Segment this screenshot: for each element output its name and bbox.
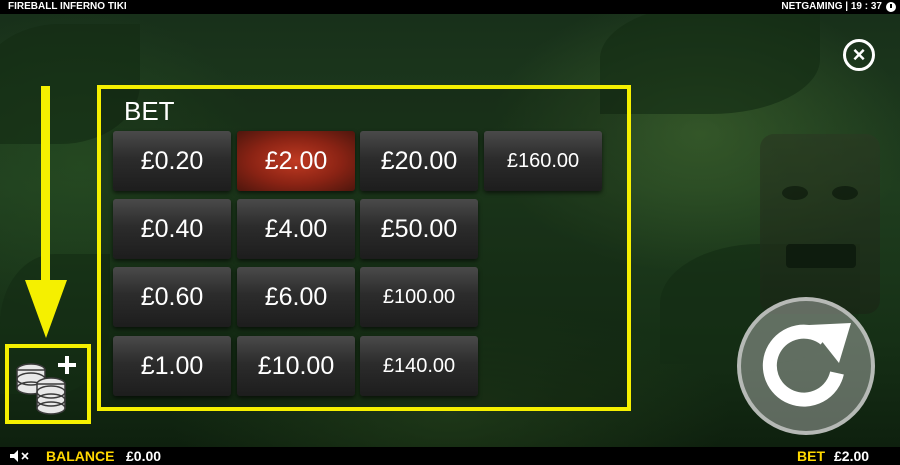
- bet-option-button[interactable]: £1.00: [113, 336, 231, 396]
- bet-option-button[interactable]: £10.00: [237, 336, 355, 396]
- bet-option-button[interactable]: £20.00: [360, 131, 478, 191]
- clock-icon: [886, 2, 896, 12]
- bet-option-button[interactable]: £0.40: [113, 199, 231, 259]
- provider-time: NETGAMING | 19 : 37: [781, 1, 882, 12]
- top-bar: FIREBALL INFERNO TIKI NETGAMING | 19 : 3…: [0, 0, 900, 14]
- bet-option-button[interactable]: £4.00: [237, 199, 355, 259]
- balance-label: BALANCE: [46, 448, 115, 464]
- game-title: FIREBALL INFERNO TIKI: [8, 1, 127, 12]
- bottom-bar: BALANCE £0.00 BET £2.00: [0, 447, 900, 465]
- sound-muted-icon[interactable]: [10, 450, 32, 462]
- jungle-leaf: [600, 4, 820, 114]
- bet-option-button[interactable]: £50.00: [360, 199, 478, 259]
- bet-option-button[interactable]: £140.00: [360, 336, 478, 396]
- bet-option-button[interactable]: £100.00: [360, 267, 478, 327]
- balance-value: £0.00: [126, 448, 162, 464]
- bet-option-button[interactable]: £0.60: [113, 267, 231, 327]
- bet-label: BET: [797, 448, 825, 464]
- bet-value: £2.00: [834, 448, 870, 464]
- bet-panel-title: BET: [124, 96, 175, 126]
- bet-option-button[interactable]: £0.20: [113, 131, 231, 191]
- tiki-statue: [760, 134, 880, 314]
- coins-plus-icon: [16, 356, 76, 415]
- arrow-down-icon: [41, 86, 50, 282]
- spin-icon: [762, 323, 851, 407]
- close-icon: ×: [852, 42, 866, 67]
- spin-button[interactable]: [737, 297, 875, 435]
- close-button[interactable]: ×: [843, 39, 875, 71]
- status-area: NETGAMING | 19 : 37: [781, 0, 896, 14]
- bet-option-button[interactable]: £2.00: [237, 131, 355, 191]
- arrow-head: [25, 280, 67, 338]
- bet-option-button[interactable]: £6.00: [237, 267, 355, 327]
- bet-settings-button[interactable]: [5, 344, 91, 424]
- bet-option-button[interactable]: £160.00: [484, 131, 602, 191]
